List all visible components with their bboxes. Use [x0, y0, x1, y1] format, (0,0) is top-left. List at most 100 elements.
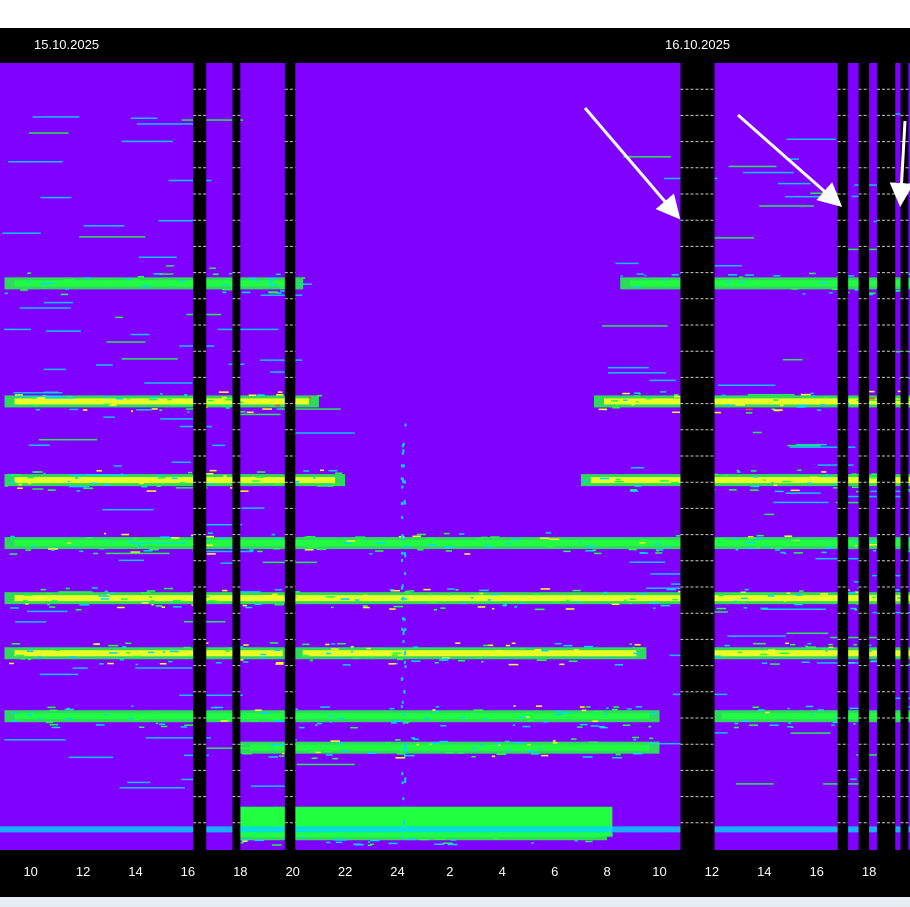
- noise-streak: [44, 397, 76, 399]
- signal-speckle: [435, 838, 446, 840]
- signal-speckle: [315, 751, 321, 754]
- noise-streak: [851, 195, 859, 198]
- noise-streak: [130, 117, 158, 119]
- noise-streak: [135, 667, 193, 669]
- signal-speckle: [872, 596, 877, 599]
- signal-speckle: [869, 540, 876, 542]
- signal-speckle: [274, 483, 283, 485]
- signal-speckle: [659, 480, 669, 482]
- signal-speckle: [649, 602, 659, 604]
- signal-speckle: [260, 657, 267, 659]
- signal-speckle: [350, 645, 354, 648]
- noise-streak: [39, 673, 79, 676]
- signal-speckle: [223, 279, 230, 282]
- vertical-speckle: [402, 712, 405, 716]
- signal-speckle: [11, 720, 18, 722]
- signal-speckle: [519, 716, 527, 719]
- signal-speckle: [36, 544, 40, 546]
- signal-speckle: [317, 715, 320, 718]
- signal-speckle: [207, 399, 213, 402]
- noise-streak: [817, 464, 854, 466]
- signal-speckle: [335, 472, 343, 474]
- signal-speckle: [525, 712, 533, 714]
- signal-speckle: [632, 736, 640, 739]
- signal-speckle: [513, 705, 516, 707]
- signal-speckle: [350, 726, 358, 729]
- signal-speckle: [260, 653, 266, 656]
- signal-speckle: [868, 281, 877, 284]
- signal-speckle: [172, 606, 182, 608]
- signal-speckle: [320, 706, 331, 708]
- noise-streak: [68, 474, 128, 476]
- signal-speckle: [603, 591, 607, 594]
- signal-speckle: [429, 593, 432, 596]
- signal-speckle: [168, 539, 178, 541]
- signal-speckle: [171, 477, 178, 480]
- signal-speckle: [806, 646, 816, 648]
- vertical-speckle: [401, 516, 404, 520]
- signal-speckle: [820, 403, 825, 406]
- noise-streak: [127, 781, 151, 784]
- signal-speckle: [325, 754, 333, 756]
- signal-speckle: [440, 714, 450, 717]
- signal-speckle: [148, 396, 158, 399]
- signal-speckle: [212, 273, 219, 276]
- signal-speckle: [66, 542, 71, 544]
- noise-streak: [773, 501, 829, 504]
- signal-speckle: [629, 643, 632, 645]
- signal-speckle: [435, 706, 440, 708]
- signal-speckle: [822, 598, 831, 601]
- signal-speckle: [525, 655, 532, 658]
- signal-speckle: [48, 715, 57, 717]
- signal-speckle: [10, 535, 15, 538]
- signal-band-core: [250, 744, 650, 751]
- signal-speckle: [95, 724, 105, 726]
- signal-speckle: [27, 272, 32, 274]
- signal-speckle: [156, 475, 162, 477]
- signal-speckle: [464, 553, 471, 555]
- noise-streak: [728, 165, 777, 168]
- signal-speckle: [316, 394, 323, 397]
- signal-speckle: [566, 539, 570, 542]
- signal-speckle: [276, 393, 284, 396]
- signal-speckle: [752, 706, 760, 709]
- signal-speckle: [205, 473, 214, 475]
- signal-speckle: [787, 714, 796, 716]
- signal-speckle: [637, 647, 644, 649]
- signal-speckle: [741, 597, 748, 600]
- signal-speckle: [392, 652, 402, 654]
- signal-speckle: [470, 745, 476, 748]
- signal-speckle: [337, 717, 345, 720]
- signal-speckle: [868, 648, 873, 651]
- signal-speckle: [320, 715, 327, 718]
- signal-speckle: [831, 724, 835, 727]
- signal-speckle: [552, 740, 556, 742]
- signal-speckle: [206, 553, 216, 555]
- signal-speckle: [47, 706, 56, 709]
- signal-speckle: [541, 649, 549, 652]
- signal-speckle: [163, 587, 174, 590]
- signal-speckle: [392, 720, 402, 722]
- signal-speckle: [805, 705, 814, 708]
- signal-speckle: [66, 395, 73, 398]
- signal-speckle: [264, 595, 274, 597]
- signal-speckle: [31, 397, 37, 399]
- signal-speckle: [749, 489, 759, 491]
- signal-speckle: [153, 711, 156, 713]
- noise-streak: [241, 507, 265, 509]
- signal-speckle: [479, 589, 489, 592]
- signal-speckle: [636, 273, 644, 275]
- signal-speckle: [25, 549, 32, 551]
- signal-speckle: [326, 841, 331, 844]
- signal-speckle: [148, 651, 155, 654]
- signal-speckle: [458, 533, 465, 535]
- signal-speckle: [439, 740, 449, 743]
- signal-speckle: [179, 482, 186, 484]
- noise-streak: [608, 372, 667, 374]
- signal-speckle: [592, 549, 597, 552]
- signal-speckle: [761, 662, 768, 664]
- signal-speckle: [397, 753, 405, 755]
- signal-speckle: [299, 726, 305, 729]
- x-tick-label: 22: [337, 864, 353, 879]
- vertical-speckle: [401, 444, 404, 448]
